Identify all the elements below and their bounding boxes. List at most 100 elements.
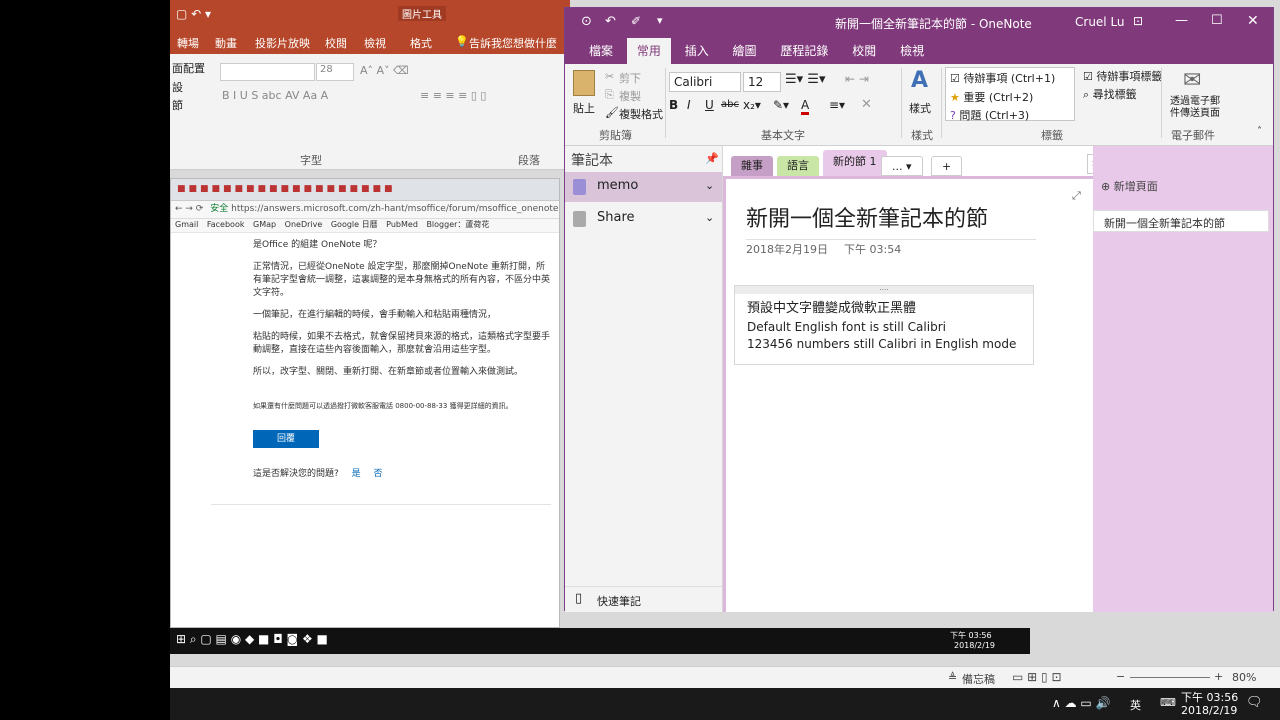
bookmark-gmail[interactable]: Gmail [175, 220, 198, 229]
find-tags-button[interactable]: ⌕ 尋找標籤 [1083, 86, 1137, 102]
clear-format-icon[interactable]: ✕ [861, 97, 872, 112]
paragraph-align-icons[interactable]: ≡ ≡ ≡ ≡ ▯ ▯ [420, 89, 486, 102]
tab-view[interactable]: 檢視 [890, 38, 934, 64]
undo-icon-onenote[interactable]: ↶ [605, 14, 616, 29]
inner-start-icon[interactable]: ⊞ ⌕ ▢ ▤ ◉ ◆ ■ ◘ ◙ ❖ ■ [176, 632, 328, 647]
copy-icon[interactable]: ⎘ [605, 88, 614, 102]
font-name-field[interactable] [220, 63, 315, 81]
tab-home[interactable]: 常用 [626, 38, 671, 64]
note-line-1[interactable]: 預設中文字體變成微軟正黑體 [747, 300, 1021, 319]
clock-date[interactable]: 2018/2/19 [1181, 704, 1237, 717]
zoom-in-icon[interactable]: + [1214, 670, 1223, 683]
note-line-3[interactable]: 123456 numbers still Calibri in English … [747, 336, 1021, 353]
page-list-item[interactable]: 新開一個全新筆記本的節 [1093, 210, 1269, 232]
styles-icon[interactable]: A [911, 68, 928, 93]
ribbon-layout[interactable]: 面配置 [172, 60, 205, 76]
copy-button[interactable]: 複製 [619, 88, 641, 104]
tab-file[interactable]: 檔案 [579, 38, 623, 64]
tab-history[interactable]: 歷程記錄 [770, 38, 838, 64]
indent-icons[interactable]: ⇤ ⇥ [845, 72, 869, 86]
notebook-item-memo[interactable]: memo ⌄ [565, 172, 722, 202]
bookmark-gmap[interactable]: GMap [253, 220, 276, 229]
tab-transitions[interactable]: 轉場 [177, 35, 199, 51]
quick-notes[interactable]: ▯ 快速筆記 [565, 586, 722, 612]
ribbon-reset[interactable]: 設 [172, 79, 183, 95]
cut-icon[interactable]: ✂ [605, 70, 614, 83]
underline-icon[interactable]: U [705, 98, 714, 112]
bullets-icon[interactable]: ☰▾ ☰▾ [785, 72, 826, 87]
section-tab-more[interactable]: ... ▾ [881, 156, 923, 176]
ime-indicator[interactable]: 英 [1130, 697, 1141, 713]
note-container[interactable]: ···· 預設中文字體變成微軟正黑體 Default English font … [734, 285, 1034, 365]
collapse-ribbon-icon[interactable]: ˄ [1257, 126, 1262, 137]
url-text[interactable]: https://answers.microsoft.com/zh-hant/ms… [231, 204, 558, 214]
align-icon[interactable]: ≡▾ [829, 98, 845, 112]
cut-button[interactable]: 剪下 [619, 70, 641, 86]
tab-draw[interactable]: 繪圖 [723, 38, 767, 64]
reply-button[interactable]: 回覆 [253, 429, 319, 448]
maximize-icon[interactable]: ☐ [1211, 13, 1223, 28]
tag-todo[interactable]: ☑ 待辦事項 (Ctrl+1) [946, 68, 1074, 88]
minimize-icon[interactable]: — [1175, 13, 1188, 28]
bookmark-blogger[interactable]: Blogger：蘆荷花 [426, 220, 489, 229]
ribbon-section[interactable]: 節 [172, 97, 183, 113]
helpful-no-link[interactable]: 否 [374, 469, 383, 479]
notes-icon[interactable]: ≜ [948, 671, 957, 684]
font-size-field[interactable]: 28 [316, 63, 354, 81]
bookmark-facebook[interactable]: Facebook [207, 220, 245, 229]
paste-icon[interactable] [573, 70, 595, 96]
italic-icon[interactable]: I [687, 98, 691, 112]
full-page-icon[interactable]: ⤢ [1072, 189, 1081, 203]
notifications-icon[interactable]: 🗨 [1246, 695, 1263, 710]
page-title[interactable]: 新開一個全新筆記本的節 [746, 201, 1036, 240]
pin-icon[interactable]: 📌 [705, 152, 719, 165]
clock-time[interactable]: 下午 03:56 [1181, 689, 1238, 705]
todo-tag-button[interactable]: ☑ 待辦事項標籤 [1083, 68, 1162, 84]
section-tab-misc[interactable]: 雜事 [731, 156, 773, 176]
zoom-level[interactable]: 80% [1232, 671, 1256, 684]
close-icon[interactable]: ✕ [1247, 13, 1259, 29]
user-name[interactable]: Cruel Lu [1075, 15, 1125, 29]
section-tab-new[interactable]: 新的節 1 [823, 150, 887, 176]
keyboard-icon[interactable]: ⌨ [1160, 696, 1176, 709]
back-icon[interactable]: ⊙ [581, 14, 592, 29]
touch-mode-icon[interactable]: ✐ [631, 14, 641, 28]
bookmark-onedrive[interactable]: OneDrive [285, 220, 323, 229]
address-bar[interactable]: ← → ⟳ 安全 https://answers.microsoft.com/z… [171, 201, 559, 219]
strikethrough-icon[interactable]: abc [721, 99, 739, 110]
ribbon-display-icon[interactable]: ⊡ [1133, 14, 1143, 28]
notes-button[interactable]: 備忘稿 [962, 671, 995, 687]
paste-button[interactable]: 貼上 [573, 100, 595, 116]
email-icon[interactable]: ✉ [1183, 68, 1201, 93]
format-painter-icon[interactable]: 🖌 [605, 106, 619, 119]
font-size-select[interactable]: 12 [743, 72, 781, 92]
font-color-icon[interactable]: A [801, 98, 810, 115]
zoom-slider[interactable] [1130, 677, 1210, 678]
format-painter-button[interactable]: 複製格式 [619, 106, 663, 122]
chevron-down-icon[interactable]: ⌄ [705, 179, 714, 192]
tell-me-search[interactable]: 告訴我您想做什麼 [469, 35, 557, 51]
helpful-yes-link[interactable]: 是 [352, 469, 361, 479]
subscript-icon[interactable]: x₂▾ [743, 98, 761, 112]
page-canvas[interactable]: ⤢ 新開一個全新筆記本的節 2018年2月19日 下午 03:54 ···· 預… [723, 176, 1093, 612]
undo-icon[interactable]: ▢ ↶ ▾ [176, 7, 211, 21]
tab-review[interactable]: 校閱 [842, 38, 886, 64]
notebook-item-share[interactable]: Share ⌄ [565, 204, 722, 234]
font-name-select[interactable]: Calibri [669, 72, 741, 92]
tab-animations[interactable]: 動畫 [215, 35, 237, 51]
section-tab-language[interactable]: 語言 [777, 156, 819, 176]
browser-tabs-icons[interactable]: ■■■■■■■■■■■■■■■■■■■ [177, 184, 396, 194]
email-page-button[interactable]: 透過電子郵件傳送頁面 [1167, 96, 1223, 120]
add-page-button[interactable]: ⊕ 新增頁面 [1101, 178, 1158, 194]
styles-button[interactable]: 樣式 [909, 100, 931, 116]
tags-gallery[interactable]: ☑ 待辦事項 (Ctrl+1) ★ 重要 (Ctrl+2) ? 問題 (Ctrl… [945, 67, 1075, 122]
grow-font-icon[interactable]: A˄ A˅ ⌫ [360, 64, 409, 77]
font-format-icons[interactable]: B I U S abc AV Aa A [222, 89, 328, 102]
nav-back-icon[interactable]: ← → ⟳ [175, 204, 203, 214]
tab-insert[interactable]: 插入 [675, 38, 719, 64]
highlight-icon[interactable]: ✎▾ [773, 98, 789, 112]
view-buttons-icons[interactable]: ▭ ⊞ ▯ ⊡ [1012, 670, 1062, 684]
zoom-out-icon[interactable]: − [1116, 670, 1125, 683]
bold-icon[interactable]: B [669, 98, 678, 112]
note-container-handle[interactable]: ···· [735, 286, 1033, 294]
